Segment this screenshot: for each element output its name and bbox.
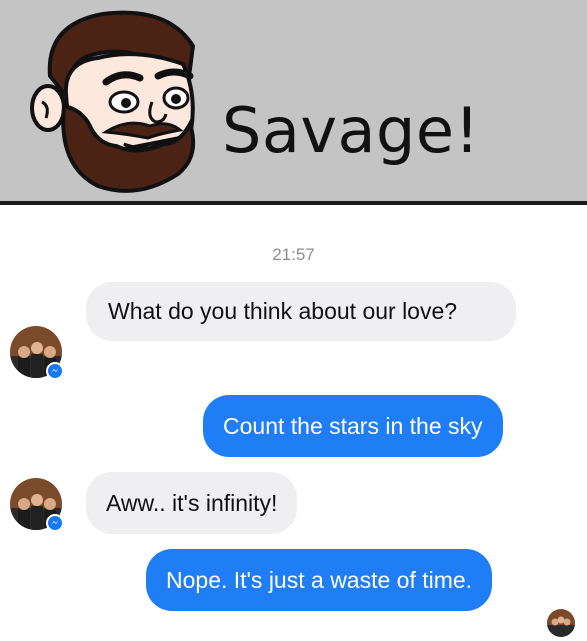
seen-indicator-avatar bbox=[547, 609, 575, 637]
incoming-message[interactable]: What do you think about our love? bbox=[86, 282, 516, 341]
header-title: Savage! bbox=[222, 94, 480, 167]
contact-avatar[interactable] bbox=[10, 326, 64, 380]
incoming-message[interactable]: Aww.. it's infinity! bbox=[86, 472, 298, 534]
outgoing-message[interactable]: Nope. It's just a waste of time. bbox=[146, 549, 493, 611]
contact-avatar[interactable] bbox=[10, 478, 64, 532]
meme-header: Savage! bbox=[0, 0, 587, 205]
outgoing-message[interactable]: Count the stars in the sky bbox=[203, 395, 503, 457]
bearded-man-face-icon bbox=[30, 10, 196, 193]
message-timestamp: 21:57 bbox=[272, 245, 315, 264]
messenger-chat: 21:57 What do you think about our love? … bbox=[0, 205, 587, 641]
